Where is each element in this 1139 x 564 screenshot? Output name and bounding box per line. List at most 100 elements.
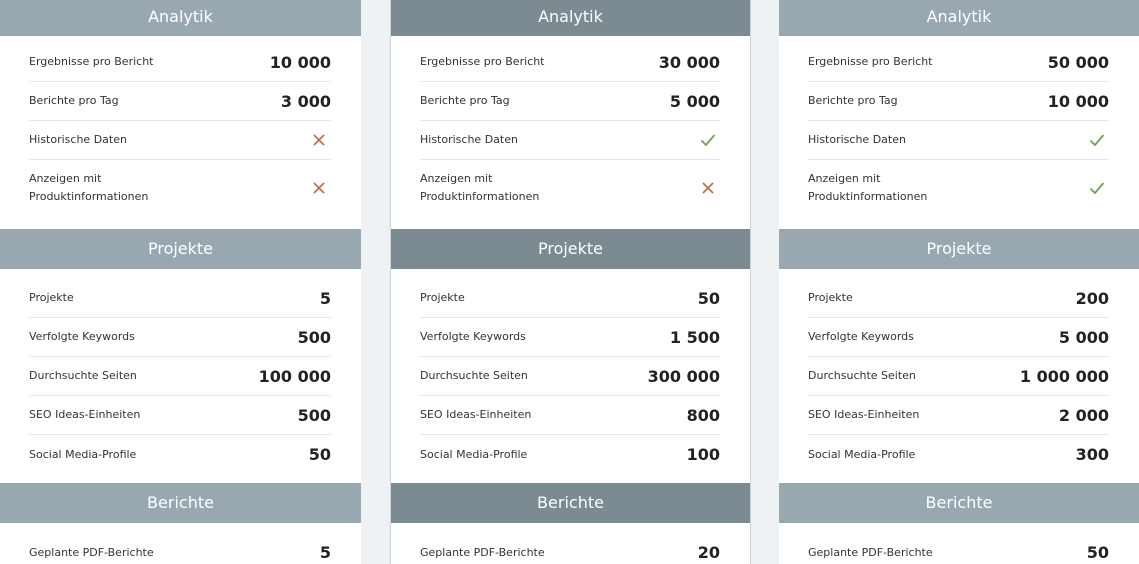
feature-value: 10 000: [1047, 91, 1109, 111]
feature-row: Durchsuchte Seiten 100 000: [29, 357, 331, 396]
feature-value: 50: [308, 445, 331, 464]
cross-icon: [698, 178, 718, 198]
feature-row: Ergebnisse pro Bericht 50 000: [808, 43, 1109, 82]
feature-label: Anzeigen mit Produktinformationen: [29, 172, 149, 203]
feature-label: SEO Ideas-Einheiten: [29, 408, 141, 421]
section-header-berichte: Berichte: [779, 483, 1139, 523]
feature-label: Berichte pro Tag: [420, 94, 510, 107]
feature-row: Projekte 200: [808, 279, 1109, 318]
feature-label: Geplante PDF-Berichte: [29, 545, 154, 559]
feature-value: 300 000: [647, 366, 720, 386]
section-body-projekte: Projekte 50 Verfolgte Keywords 1 500 Dur…: [391, 269, 750, 483]
feature-label: Projekte: [420, 291, 465, 304]
plan-column: Analytik Ergebnisse pro Bericht 50 000 B…: [779, 0, 1139, 564]
feature-row: Social Media-Profile 300: [808, 435, 1109, 474]
section-body-projekte: Projekte 5 Verfolgte Keywords 500 Durchs…: [0, 269, 361, 483]
feature-label: SEO Ideas-Einheiten: [808, 408, 920, 421]
feature-value: 500: [297, 405, 331, 425]
feature-row: Social Media-Profile 100: [420, 435, 720, 474]
section-body-analytik: Ergebnisse pro Bericht 50 000 Berichte p…: [779, 36, 1139, 229]
feature-label: Ergebnisse pro Bericht: [808, 55, 933, 68]
feature-row: Historische Daten: [420, 121, 720, 160]
feature-row: Geplante PDF-Berichte 20: [420, 533, 720, 564]
feature-label: Social Media-Profile: [808, 447, 916, 461]
feature-value: 200: [1075, 288, 1109, 308]
feature-label: Durchsuchte Seiten: [808, 369, 916, 382]
feature-value: 10 000: [269, 52, 331, 72]
section-header-projekte: Projekte: [391, 229, 750, 269]
feature-label: Ergebnisse pro Bericht: [29, 55, 154, 68]
feature-row: SEO Ideas-Einheiten 800: [420, 396, 720, 435]
feature-value: 5 000: [1058, 327, 1109, 347]
feature-row: Geplante PDF-Berichte 5: [29, 533, 331, 564]
feature-row: Historische Daten: [808, 121, 1109, 160]
feature-row: Ergebnisse pro Bericht 30 000: [420, 43, 720, 82]
cross-icon: [309, 130, 329, 150]
section-body-berichte: Geplante PDF-Berichte 50: [779, 523, 1139, 564]
feature-value: 500: [297, 327, 331, 347]
feature-row: Berichte pro Tag 3 000: [29, 82, 331, 121]
feature-label: SEO Ideas-Einheiten: [420, 408, 532, 421]
feature-value: 300: [1075, 445, 1109, 464]
section-body-analytik: Ergebnisse pro Bericht 30 000 Berichte p…: [391, 36, 750, 229]
feature-row: Historische Daten: [29, 121, 331, 160]
feature-value: 100: [686, 445, 720, 464]
section-header-berichte: Berichte: [0, 483, 361, 523]
section-body-berichte: Geplante PDF-Berichte 20: [391, 523, 750, 564]
section-header-berichte: Berichte: [391, 483, 750, 523]
feature-label: Historische Daten: [29, 133, 127, 146]
feature-row: SEO Ideas-Einheiten 500: [29, 396, 331, 435]
section-body-analytik: Ergebnisse pro Bericht 10 000 Berichte p…: [0, 36, 361, 229]
feature-label: Historische Daten: [420, 133, 518, 146]
feature-value: 50: [1086, 543, 1109, 562]
feature-value: 2 000: [1058, 405, 1109, 425]
feature-value: 800: [686, 405, 720, 425]
section-header-analytik: Analytik: [391, 0, 750, 36]
feature-label: Verfolgte Keywords: [420, 330, 526, 343]
section-body-projekte: Projekte 200 Verfolgte Keywords 5 000 Du…: [779, 269, 1139, 483]
feature-label: Historische Daten: [808, 133, 906, 146]
section-header-projekte: Projekte: [779, 229, 1139, 269]
feature-label: Social Media-Profile: [420, 447, 528, 461]
feature-value: 100 000: [258, 366, 331, 386]
feature-label: Projekte: [808, 291, 853, 304]
section-header-projekte: Projekte: [0, 229, 361, 269]
feature-label: Ergebnisse pro Bericht: [420, 55, 545, 68]
feature-value: 30 000: [658, 52, 720, 72]
cross-icon: [309, 178, 329, 198]
feature-label: Berichte pro Tag: [29, 94, 119, 107]
feature-label: Berichte pro Tag: [808, 94, 898, 107]
section-header-analytik: Analytik: [779, 0, 1139, 36]
feature-row: Projekte 50: [420, 279, 720, 318]
feature-value: 50 000: [1047, 52, 1109, 72]
feature-row: Geplante PDF-Berichte 50: [808, 533, 1109, 564]
feature-label: Projekte: [29, 291, 74, 304]
feature-row: Berichte pro Tag 10 000: [808, 82, 1109, 121]
feature-label: Durchsuchte Seiten: [29, 369, 137, 382]
feature-value: 3 000: [280, 91, 331, 111]
feature-row: SEO Ideas-Einheiten 2 000: [808, 396, 1109, 435]
feature-label: Geplante PDF-Berichte: [808, 545, 933, 559]
feature-row: Berichte pro Tag 5 000: [420, 82, 720, 121]
feature-value: 5 000: [669, 91, 720, 111]
feature-label: Social Media-Profile: [29, 447, 137, 461]
section-header-analytik: Analytik: [0, 0, 361, 36]
feature-label: Anzeigen mit Produktinformationen: [808, 172, 928, 203]
feature-value: 5: [319, 543, 331, 562]
plan-column: Analytik Ergebnisse pro Bericht 10 000 B…: [0, 0, 361, 564]
feature-value: 5: [319, 288, 331, 308]
check-icon: [698, 130, 718, 150]
check-icon: [1087, 130, 1107, 150]
feature-row: Verfolgte Keywords 5 000: [808, 318, 1109, 357]
feature-row: Durchsuchte Seiten 1 000 000: [808, 357, 1109, 396]
feature-row: Social Media-Profile 50: [29, 435, 331, 474]
feature-label: Anzeigen mit Produktinformationen: [420, 172, 540, 203]
feature-value: 1 000 000: [1019, 366, 1109, 386]
feature-label: Verfolgte Keywords: [808, 330, 914, 343]
feature-value: 20: [697, 543, 720, 562]
feature-label: Durchsuchte Seiten: [420, 369, 528, 382]
feature-row: Projekte 5: [29, 279, 331, 318]
feature-label: Verfolgte Keywords: [29, 330, 135, 343]
feature-row: Ergebnisse pro Bericht 10 000: [29, 43, 331, 82]
feature-row: Verfolgte Keywords 1 500: [420, 318, 720, 357]
